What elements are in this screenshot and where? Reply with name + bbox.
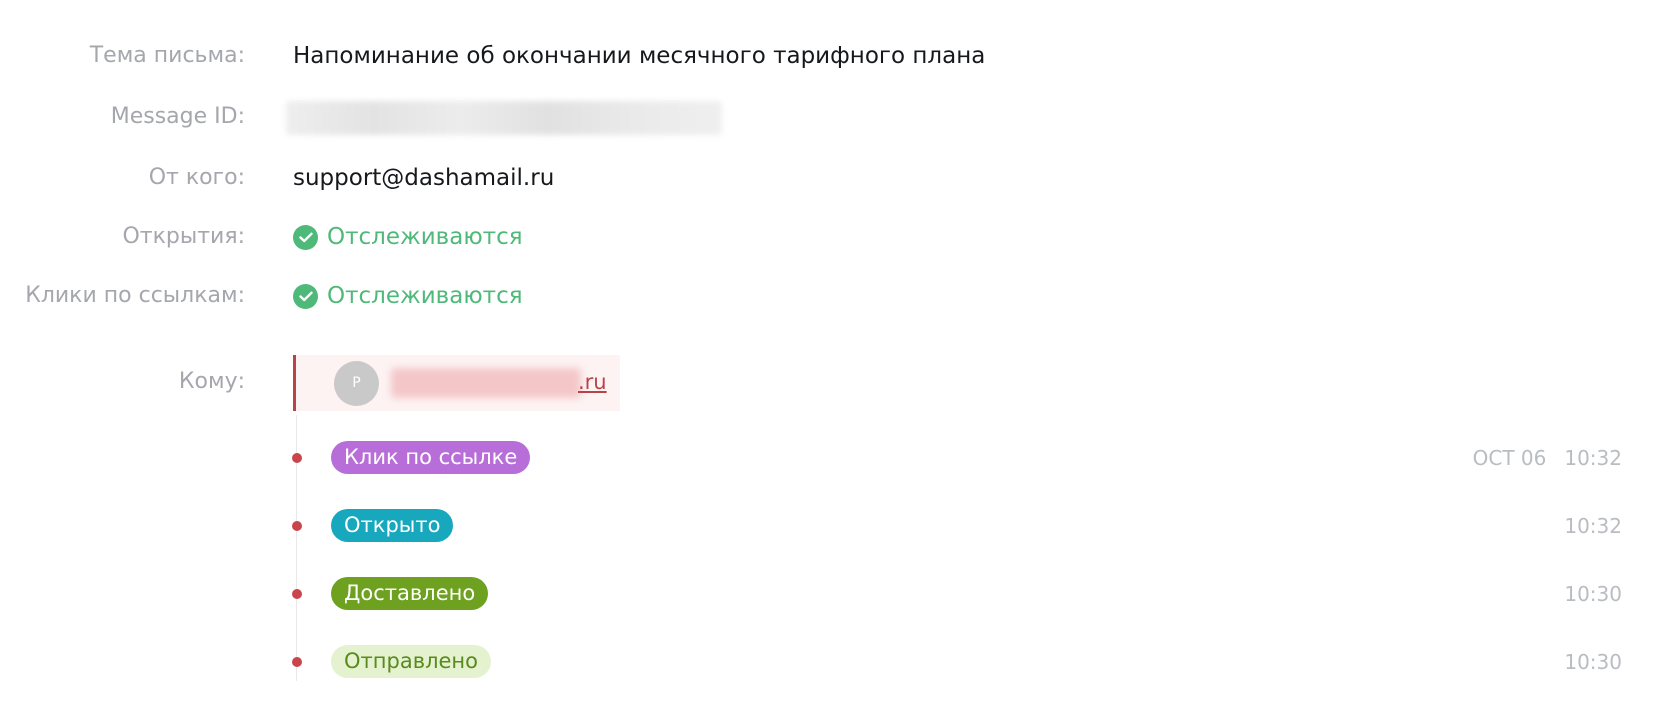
from-value: support@dashamail.ru xyxy=(293,165,555,191)
event-time: 10:30 xyxy=(1564,582,1622,606)
clicks-status: Отслеживаются xyxy=(293,278,523,314)
event-badge-sent: Отправлено xyxy=(331,645,491,678)
timeline-event: Открыто 10:32 xyxy=(0,508,1680,544)
event-date: OCT 06 xyxy=(1472,446,1547,470)
message-id-row: Message ID: xyxy=(0,99,1680,135)
message-details: Тема письма: Напоминание об окончании ме… xyxy=(0,0,1680,703)
opens-label: Открытия: xyxy=(122,224,245,249)
clicks-row: Клики по ссылкам: Отслеживаются xyxy=(0,278,1680,314)
from-row: От кого: support@dashamail.ru xyxy=(0,160,1680,196)
event-timestamp: 10:32 xyxy=(1564,508,1622,544)
timeline-dot xyxy=(292,657,302,667)
from-label: От кого: xyxy=(148,165,245,190)
opens-status: Отслеживаются xyxy=(293,219,523,255)
timeline-dot xyxy=(292,589,302,599)
subject-label: Тема письма: xyxy=(89,43,245,68)
event-badge-delivered: Доставлено xyxy=(331,577,489,610)
event-timestamp: OCT 06 10:32 xyxy=(1473,440,1622,476)
event-timestamp: 10:30 xyxy=(1564,576,1622,612)
avatar: P xyxy=(334,361,379,406)
message-id-redacted xyxy=(286,101,722,135)
message-id-label: Message ID: xyxy=(110,104,245,129)
recipient-email-link[interactable]: .ru xyxy=(578,365,607,399)
event-time: 10:30 xyxy=(1564,650,1622,674)
event-time: 10:32 xyxy=(1564,514,1622,538)
clicks-status-text: Отслеживаются xyxy=(327,283,523,309)
to-label: Кому: xyxy=(178,369,245,394)
event-badge-opened: Открыто xyxy=(331,509,454,542)
subject-row: Тема письма: Напоминание об окончании ме… xyxy=(0,38,1680,74)
timeline-dot xyxy=(292,521,302,531)
event-timestamp: 10:30 xyxy=(1564,644,1622,680)
to-row: Кому: xyxy=(0,364,1680,400)
event-badge-click: Клик по ссылке xyxy=(331,441,531,474)
recipient-card[interactable]: P .ru xyxy=(293,355,620,411)
timeline-event: Доставлено 10:30 xyxy=(0,576,1680,612)
clicks-label: Клики по ссылкам: xyxy=(25,283,245,308)
timeline-dot xyxy=(292,453,302,463)
check-circle-icon xyxy=(293,224,318,250)
timeline-event: Клик по ссылке OCT 06 10:32 xyxy=(0,440,1680,476)
subject-value: Напоминание об окончании месячного тариф… xyxy=(293,43,986,69)
recipient-email-redacted xyxy=(391,368,581,398)
timeline-event: Отправлено 10:30 xyxy=(0,644,1680,680)
opens-row: Открытия: Отслеживаются xyxy=(0,219,1680,255)
check-circle-icon xyxy=(293,283,318,309)
opens-status-text: Отслеживаются xyxy=(327,224,523,250)
event-time: 10:32 xyxy=(1564,446,1622,470)
